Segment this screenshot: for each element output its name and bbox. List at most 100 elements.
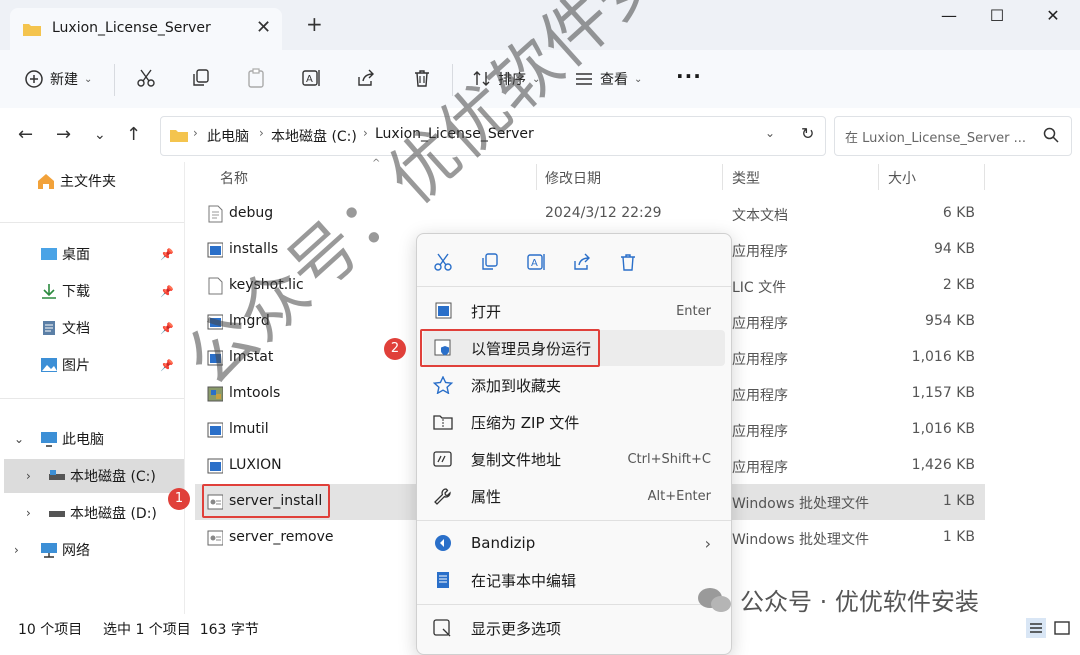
recent-chevron-icon[interactable]: ⌄ [94, 127, 106, 143]
collapsed-chevron-icon[interactable]: › [26, 469, 42, 483]
collapsed-chevron-icon[interactable]: › [26, 506, 42, 520]
copy-icon[interactable] [480, 252, 500, 272]
menu-shortcut: Enter [676, 303, 711, 319]
text-file-icon [208, 205, 223, 223]
new-button[interactable]: 新建 ⌄ [24, 66, 92, 92]
exe-icon [207, 242, 223, 258]
sidebar-item-home[interactable]: 主文件夹 [36, 164, 180, 198]
file-size: 1 KB [942, 529, 975, 545]
sidebar-item-desktop[interactable]: 桌面 📌 [40, 237, 180, 271]
menu-item-properties[interactable]: 属性 Alt+Enter [423, 478, 725, 514]
column-header-type[interactable]: 类型 [732, 168, 760, 188]
delete-icon[interactable] [618, 252, 638, 272]
search-box[interactable]: 在 Luxion_License_Server ... [834, 116, 1072, 156]
more-options-button[interactable]: ··· [676, 64, 702, 88]
pane-divider [184, 162, 185, 614]
file-name: LUXION [229, 457, 282, 473]
close-window-button[interactable]: ✕ [1030, 6, 1076, 30]
menu-separator [417, 286, 731, 287]
new-tab-button[interactable]: + [306, 12, 323, 36]
cut-icon[interactable] [136, 68, 156, 88]
forward-arrow-icon[interactable]: → [56, 124, 71, 145]
expanded-chevron-icon[interactable]: ⌄ [14, 432, 34, 446]
sidebar-divider [0, 222, 184, 223]
file-type: Windows 批处理文件 [732, 496, 869, 512]
menu-separator [417, 604, 731, 605]
sidebar-item-downloads[interactable]: 下载 📌 [40, 274, 180, 308]
folder-icon [170, 130, 188, 142]
menu-item-add-favorite[interactable]: 添加到收藏夹 [423, 367, 725, 403]
rename-icon[interactable]: A [301, 68, 321, 88]
tab-luxion-license-server[interactable]: Luxion_License_Server ✕ [10, 8, 282, 50]
sidebar-item-drive-c[interactable]: › 本地磁盘 (C:) [4, 459, 184, 493]
exe-icon [207, 422, 223, 438]
breadcrumb-separator-icon: › [363, 126, 368, 140]
cut-icon[interactable] [433, 252, 453, 272]
delete-icon[interactable] [412, 68, 432, 88]
menu-item-label: Bandizip [471, 534, 536, 552]
svg-text:A: A [531, 258, 538, 269]
menu-item-edit-notepad[interactable]: 在记事本中编辑 [423, 562, 725, 598]
share-icon[interactable] [572, 252, 592, 272]
menu-item-bandizip[interactable]: Bandizip › [423, 525, 725, 561]
annotation-highlight-box [202, 484, 330, 518]
pin-icon: 📌 [160, 358, 174, 372]
breadcrumb-separator-icon: › [259, 126, 264, 140]
column-divider[interactable] [722, 164, 723, 190]
breadcrumb-drive-c[interactable]: 本地磁盘 (C:) [271, 126, 357, 146]
sidebar-item-label: 下载 [62, 284, 90, 300]
address-dropdown-icon[interactable]: ⌄ [765, 126, 775, 140]
column-header-date[interactable]: 修改日期 [545, 168, 601, 188]
copy-icon[interactable] [191, 68, 211, 88]
file-name: lmutil [229, 421, 269, 437]
sidebar-item-documents[interactable]: 文档 📌 [40, 311, 180, 345]
up-arrow-icon[interactable]: ↑ [126, 124, 141, 145]
view-label: 查看 [600, 72, 628, 88]
tab-close-icon[interactable]: ✕ [256, 17, 271, 38]
breadcrumb-this-pc[interactable]: 此电脑 [207, 126, 249, 146]
share-icon[interactable] [356, 68, 376, 88]
rename-icon[interactable]: A [526, 252, 546, 272]
sidebar-item-this-pc[interactable]: ⌄ 此电脑 [14, 422, 180, 456]
zip-folder-icon [433, 415, 453, 430]
chevron-down-icon: ⌄ [634, 73, 643, 85]
drive-icon [49, 470, 65, 480]
file-size: 954 KB [925, 313, 975, 329]
details-view-icon[interactable] [1026, 618, 1046, 638]
sidebar-divider [0, 398, 184, 399]
svg-text:A: A [306, 74, 313, 85]
item-count: 10 个项目 [18, 622, 83, 638]
sidebar-item-drive-d[interactable]: › 本地磁盘 (D:) [4, 496, 184, 530]
sidebar-item-label: 主文件夹 [60, 174, 116, 190]
minimize-button[interactable]: — [926, 6, 972, 30]
batch-file-icon [207, 530, 223, 546]
collapsed-chevron-icon[interactable]: › [14, 543, 34, 557]
back-arrow-icon[interactable]: ← [18, 124, 33, 145]
sidebar-item-label: 文档 [62, 321, 90, 337]
refresh-icon[interactable]: ↻ [801, 124, 814, 143]
menu-item-label: 显示更多选项 [471, 619, 562, 638]
menu-item-label: 压缩为 ZIP 文件 [471, 413, 580, 432]
file-type: 应用程序 [732, 388, 788, 404]
annotation-step-1: 1 [168, 488, 190, 510]
column-divider[interactable] [984, 164, 985, 190]
column-divider[interactable] [878, 164, 879, 190]
bandizip-icon [435, 535, 451, 551]
column-header-size[interactable]: 大小 [888, 168, 916, 188]
maximize-button[interactable]: ☐ [974, 6, 1020, 30]
file-type: 应用程序 [732, 352, 788, 368]
sidebar-item-network[interactable]: › 网络 [14, 533, 180, 567]
wechat-icon [698, 587, 731, 612]
file-name: server_remove [229, 529, 334, 545]
menu-item-compress-zip[interactable]: 压缩为 ZIP 文件 [423, 404, 725, 440]
download-icon [42, 284, 56, 299]
menu-item-copy-path[interactable]: 复制文件地址 Ctrl+Shift+C [423, 441, 725, 477]
column-divider[interactable] [536, 164, 537, 190]
search-icon[interactable] [1043, 127, 1059, 143]
tiles-view-icon[interactable] [1052, 618, 1072, 638]
search-input[interactable]: 在 Luxion_License_Server ... [845, 127, 1026, 146]
file-size: 1,426 KB [911, 457, 975, 473]
sidebar-item-pictures[interactable]: 图片 📌 [40, 348, 180, 382]
menu-item-open[interactable]: 打开 Enter [423, 293, 725, 329]
column-header-name[interactable]: 名称 [220, 168, 248, 188]
